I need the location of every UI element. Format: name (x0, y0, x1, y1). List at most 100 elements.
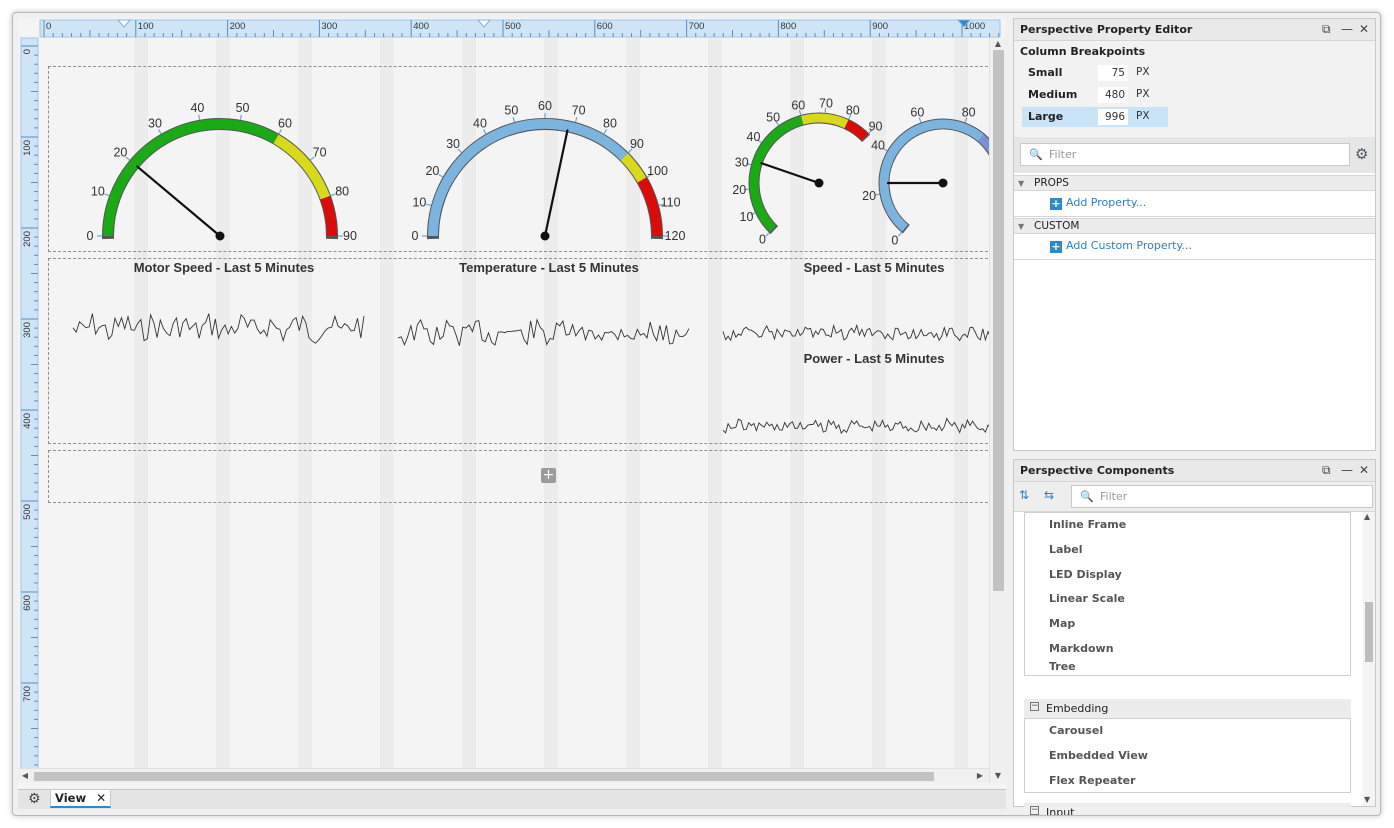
view-designer: 01002003004005006007008009001000 0100200… (18, 18, 1006, 806)
ruler-label: 700 (22, 686, 33, 702)
component-item[interactable]: Flex Repeater (1049, 774, 1136, 787)
sparkline-title: Motor Speed - Last 5 Minutes (84, 260, 364, 275)
gauge-tick-label: 20 (732, 183, 746, 197)
category-embedding[interactable]: − Embedding (1024, 699, 1351, 718)
component-item[interactable]: Embedded View (1049, 749, 1148, 762)
scrollbar-thumb[interactable] (993, 50, 1004, 591)
sparkline-motor-speed[interactable] (73, 308, 368, 348)
panel-title: Perspective Components (1020, 464, 1174, 477)
component-filter-input[interactable]: 🔍 Filter (1071, 485, 1373, 508)
close-icon[interactable]: ✕ (1359, 463, 1369, 477)
scroll-down-icon[interactable]: ▼ (993, 771, 1003, 781)
gauge-tick-label: 50 (766, 110, 780, 124)
gauge-tick-label: 40 (190, 101, 204, 115)
add-row-button[interactable]: + (541, 468, 556, 483)
custom-section-header[interactable]: ▼ CUSTOM (1014, 218, 1375, 234)
components-panel: Perspective Components ⧉ — ✕ ⇅ ⇆ 🔍 Filte… (1013, 459, 1376, 807)
gauge-tick-label: 50 (236, 101, 250, 115)
breakpoint-input[interactable]: 75 (1098, 65, 1128, 81)
add-property-link[interactable]: +Add Property... (1050, 196, 1146, 210)
vertical-scrollbar[interactable]: ▲ ▼ (989, 38, 1006, 783)
breakpoint-medium[interactable]: Medium 480 PX (1022, 85, 1168, 105)
flex-row-empty[interactable] (48, 450, 1006, 503)
sparkline-title: Temperature - Last 5 Minutes (409, 260, 689, 275)
gauge-tick-label: 30 (446, 137, 460, 151)
add-custom-property-link[interactable]: +Add Custom Property... (1050, 239, 1192, 253)
component-item[interactable]: Inline Frame (1049, 518, 1126, 531)
gauge-tick-label: 20 (862, 189, 876, 203)
breakpoint-small[interactable]: Small 75 PX (1022, 63, 1168, 83)
ruler-label: 100 (138, 21, 154, 32)
property-filter-input[interactable]: 🔍 Filter (1020, 143, 1350, 166)
gauge-tick-label: 90 (343, 229, 357, 243)
ruler-label: 500 (22, 504, 33, 520)
collapse-icon[interactable]: − (1030, 806, 1039, 815)
horizontal-scrollbar[interactable]: ◀ ▶ (18, 768, 989, 783)
breakpoint-input[interactable]: 996 (1098, 109, 1128, 125)
sparkline-power[interactable] (723, 411, 1006, 441)
gauge-tick-label: 70 (819, 96, 833, 110)
gauge-tick-label: 20 (425, 164, 439, 178)
gauge-needle (761, 163, 819, 183)
scrollbar-thumb[interactable] (1365, 602, 1373, 662)
component-item[interactable]: LED Display (1049, 568, 1122, 581)
collapse-icon[interactable]: ▼ (1018, 179, 1024, 188)
add-icon: + (1050, 198, 1062, 210)
gauge-tick-label: 10 (740, 210, 754, 224)
collapse-icon[interactable]: − (1030, 702, 1039, 711)
design-canvas[interactable]: 0102030405060708090 01020304050607080901… (40, 38, 1006, 783)
component-item[interactable]: Carousel (1049, 724, 1103, 737)
gauge-motor-speed[interactable]: 0102030405060708090 (66, 60, 366, 260)
category-input[interactable]: − Input (1024, 803, 1351, 807)
tab-view[interactable]: View✕ (50, 790, 111, 808)
scroll-up-icon[interactable]: ▲ (1364, 512, 1370, 521)
gauge-power[interactable]: 020406080100120 (848, 60, 1006, 260)
float-icon[interactable]: ⧉ (1322, 463, 1331, 478)
gauge-tick-label: 70 (572, 103, 586, 117)
gauge-speed[interactable]: 0102030405060708090 (716, 60, 856, 260)
component-item[interactable]: Label (1049, 543, 1083, 556)
minimize-icon[interactable]: — (1341, 22, 1353, 36)
component-item[interactable]: Map (1049, 617, 1075, 630)
ruler-label: 500 (505, 21, 521, 32)
gear-icon[interactable]: ⚙ (28, 791, 41, 807)
ruler-label: 400 (413, 21, 429, 32)
gear-icon[interactable]: ⚙ (1355, 145, 1368, 163)
scroll-down-icon[interactable]: ▼ (1364, 795, 1370, 804)
gauge-tick-label: 60 (910, 106, 924, 120)
sparkline-path (73, 314, 364, 344)
component-item[interactable]: Linear Scale (1049, 592, 1125, 605)
gauge-temperature[interactable]: 0102030405060708090100110120 (391, 60, 691, 260)
expand-all-icon[interactable]: ⇅ (1019, 488, 1029, 502)
gauge-tick-label: 70 (313, 145, 327, 159)
gauge-tick-label: 40 (871, 139, 885, 153)
scroll-up-icon[interactable]: ▲ (993, 39, 1003, 49)
gauge-tick-label: 0 (891, 233, 898, 247)
panel-header: Perspective Property Editor ⧉ — ✕ (1014, 19, 1375, 41)
breakpoint-large[interactable]: Large 996 PX (1022, 107, 1168, 127)
scroll-right-icon[interactable]: ▶ (975, 771, 985, 781)
close-icon[interactable]: ✕ (1359, 22, 1369, 36)
collapse-all-icon[interactable]: ⇆ (1044, 488, 1054, 502)
minimize-icon[interactable]: — (1341, 463, 1353, 477)
props-section-header[interactable]: ▼ PROPS (1014, 175, 1375, 191)
component-item[interactable]: Tree (1049, 660, 1076, 673)
breakpoints-section: Column Breakpoints Small 75 PX Medium 48… (1014, 41, 1375, 137)
vertical-ruler[interactable]: 0100200300400500600700 (18, 18, 40, 783)
component-list: Carousel Embedded View Flex Repeater (1024, 718, 1351, 793)
collapse-icon[interactable]: ▼ (1018, 222, 1024, 231)
gauge-tick (513, 117, 514, 122)
scrollbar-thumb[interactable] (34, 772, 934, 781)
sparkline-speed[interactable] (723, 318, 1006, 348)
breakpoint-input[interactable]: 480 (1098, 87, 1128, 103)
gauge-tick (898, 232, 901, 236)
scroll-left-icon[interactable]: ◀ (20, 771, 30, 781)
close-icon[interactable]: ✕ (96, 791, 106, 805)
components-scrollbar[interactable]: ▲ ▼ (1363, 512, 1375, 806)
float-icon[interactable]: ⧉ (1322, 22, 1331, 37)
sparkline-temperature[interactable] (398, 313, 693, 353)
component-item[interactable]: Markdown (1049, 642, 1114, 655)
gauge-tick-label: 100 (647, 164, 668, 178)
horizontal-ruler[interactable]: 01002003004005006007008009001000 (18, 18, 1006, 38)
sparkline-path (723, 419, 1006, 434)
